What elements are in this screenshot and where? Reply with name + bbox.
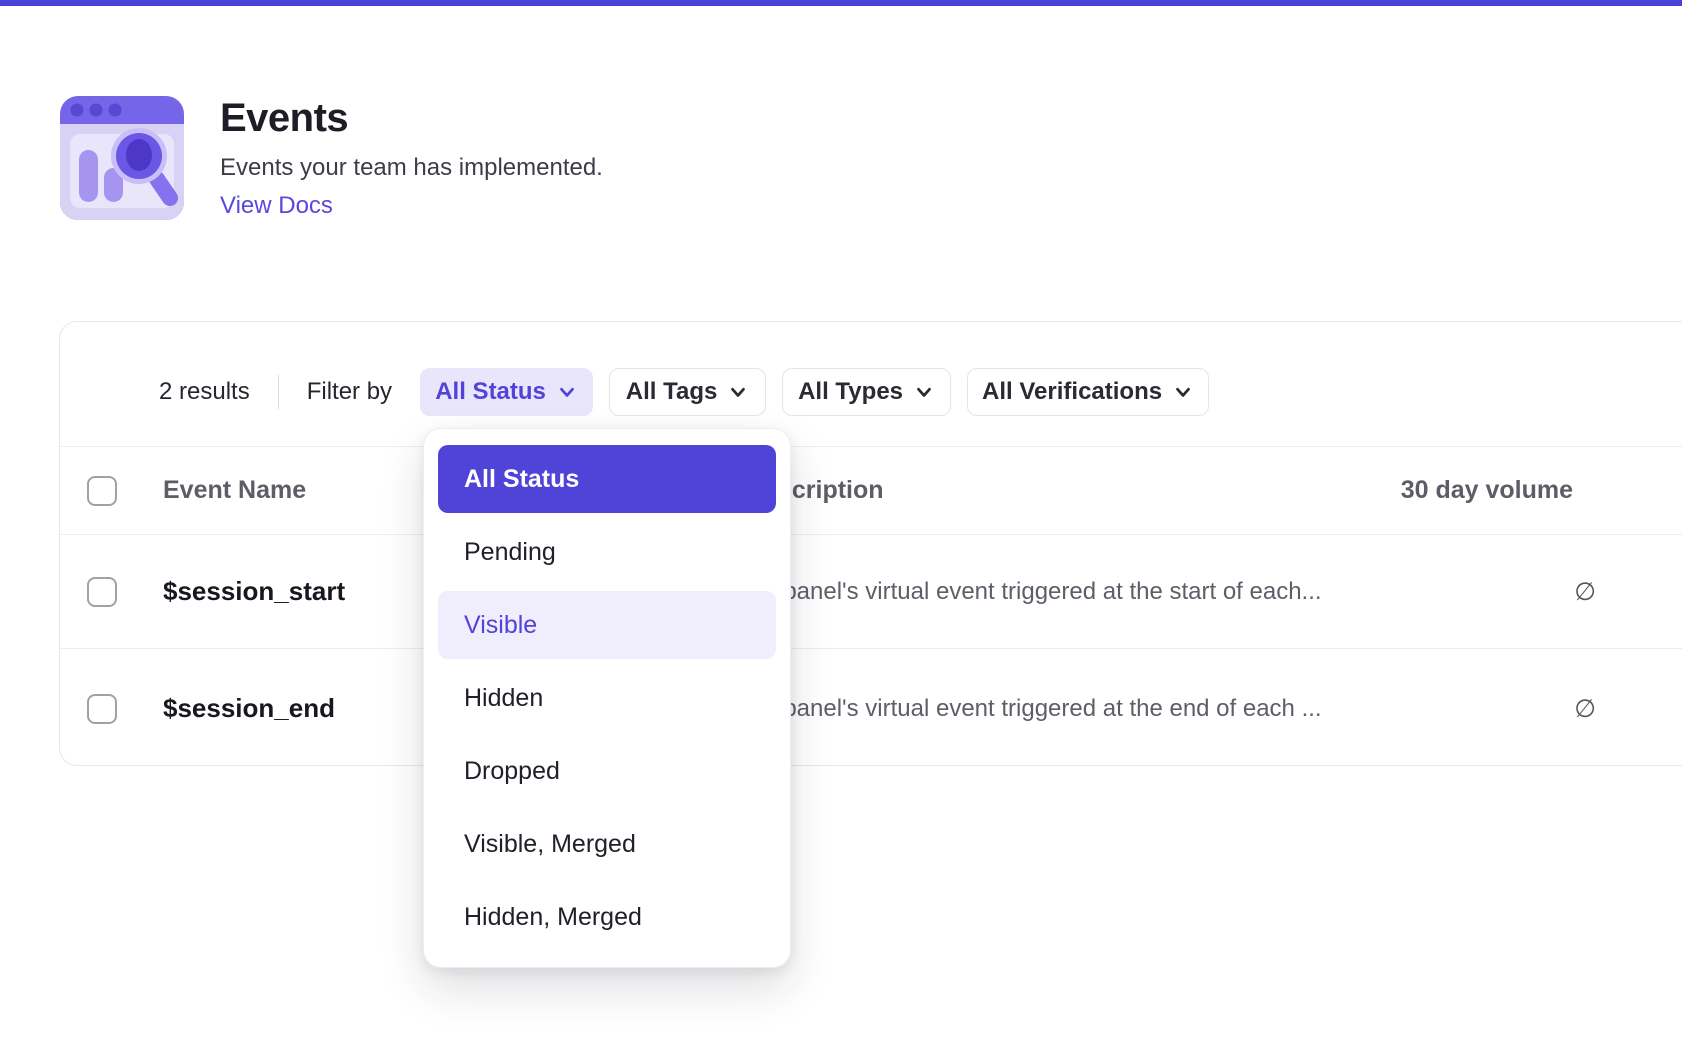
chevron-down-icon xyxy=(556,381,578,403)
types-filter-label: All Types xyxy=(798,378,903,406)
filter-by-label: Filter by xyxy=(307,378,392,406)
event-30-day-volume: ∅ xyxy=(60,649,1596,768)
status-filter-dropdown: All Status Pending Visible Hidden Droppe… xyxy=(423,428,791,968)
tags-filter-label: All Tags xyxy=(626,378,718,406)
page-title: Events xyxy=(220,96,603,140)
view-docs-link[interactable]: View Docs xyxy=(220,192,333,220)
table-header-row: Event Name Description 30 day volume 30 … xyxy=(60,446,1682,534)
event-30-day-volume: ∅ xyxy=(60,535,1596,648)
status-filter-label: All Status xyxy=(435,378,546,406)
status-option-hidden[interactable]: Hidden xyxy=(438,664,776,732)
status-option-hidden-merged[interactable]: Hidden, Merged xyxy=(438,883,776,951)
status-option-pending[interactable]: Pending xyxy=(438,518,776,586)
table-row[interactable]: $session_start Mixpanel's virtual event … xyxy=(60,534,1682,648)
page-header: Events Events your team has implemented.… xyxy=(58,94,603,222)
filter-bar: 2 results Filter by All Status All Tags … xyxy=(60,322,1682,446)
status-option-dropped[interactable]: Dropped xyxy=(438,737,776,805)
events-table-card: 2 results Filter by All Status All Tags … xyxy=(59,321,1682,766)
types-filter-button[interactable]: All Types xyxy=(782,368,951,416)
tags-filter-button[interactable]: All Tags xyxy=(609,368,766,416)
status-option-visible-merged[interactable]: Visible, Merged xyxy=(438,810,776,878)
verifications-filter-label: All Verifications xyxy=(982,378,1162,406)
top-accent-bar xyxy=(0,0,1682,6)
chevron-down-icon xyxy=(1172,381,1194,403)
column-header-30-day-volume: 30 day volume xyxy=(60,447,1573,534)
filter-bar-divider xyxy=(278,375,279,409)
filter-chips: All Status All Tags All Types All Verifi… xyxy=(420,368,1209,416)
status-option-all-status[interactable]: All Status xyxy=(438,445,776,513)
status-option-visible[interactable]: Visible xyxy=(438,591,776,659)
table-row[interactable]: $session_end Mixpanel's virtual event tr… xyxy=(60,648,1682,768)
results-count: 2 results xyxy=(159,378,250,406)
events-browser-analytics-icon xyxy=(58,94,186,222)
page-subtitle: Events your team has implemented. xyxy=(220,154,603,182)
verifications-filter-button[interactable]: All Verifications xyxy=(967,368,1209,416)
chevron-down-icon xyxy=(727,381,749,403)
chevron-down-icon xyxy=(913,381,935,403)
status-filter-button[interactable]: All Status xyxy=(420,368,593,416)
